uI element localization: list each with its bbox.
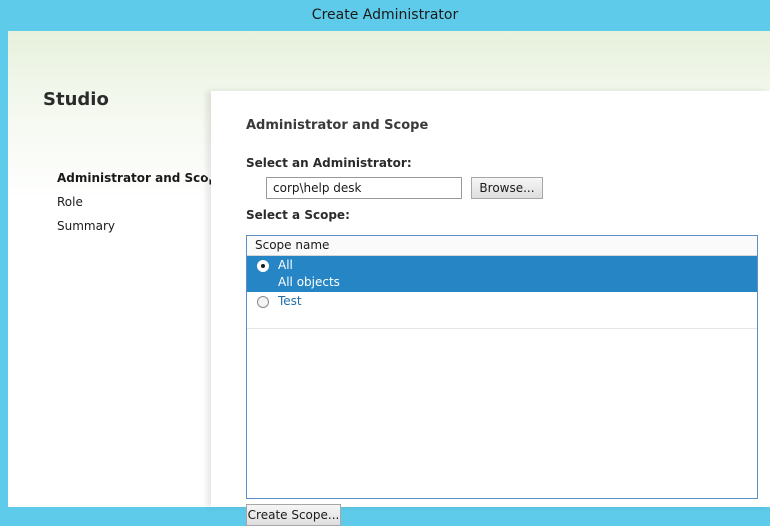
scope-name-column-header[interactable]: Scope name (247, 236, 757, 256)
scope-name: Test (278, 294, 302, 308)
sidebar-title: Studio (43, 89, 109, 110)
scope-row-test[interactable]: Test (247, 292, 757, 329)
step-summary[interactable]: Summary (57, 214, 225, 238)
radio-unselected-icon[interactable] (257, 296, 269, 308)
administrator-input[interactable] (266, 177, 462, 199)
create-scope-button[interactable]: Create Scope... (246, 504, 341, 526)
step-administrator-and-scope[interactable]: Administrator and Scope (57, 166, 225, 190)
wizard-steps-nav: Administrator and Scope Role Summary (57, 166, 225, 238)
select-scope-label: Select a Scope: (246, 208, 350, 222)
wizard-window: Studio Administrator and Scope Role Summ… (8, 31, 770, 526)
window-title: Create Administrator (311, 7, 459, 23)
radio-selected-icon[interactable] (257, 260, 269, 272)
active-step-pointer-icon (202, 166, 211, 180)
window-titlebar: Create Administrator (0, 0, 770, 31)
scope-description: All objects (278, 275, 340, 289)
scope-name: All (278, 258, 293, 272)
browse-button[interactable]: Browse... (471, 177, 543, 199)
step-role[interactable]: Role (57, 190, 225, 214)
page-heading: Administrator and Scope (246, 118, 429, 133)
wizard-content-panel: Administrator and Scope Select an Admini… (211, 91, 770, 526)
scope-row-all[interactable]: All All objects (247, 256, 757, 292)
select-administrator-label: Select an Administrator: (246, 156, 412, 170)
scope-list[interactable]: Scope name All All objects Test (246, 235, 758, 499)
